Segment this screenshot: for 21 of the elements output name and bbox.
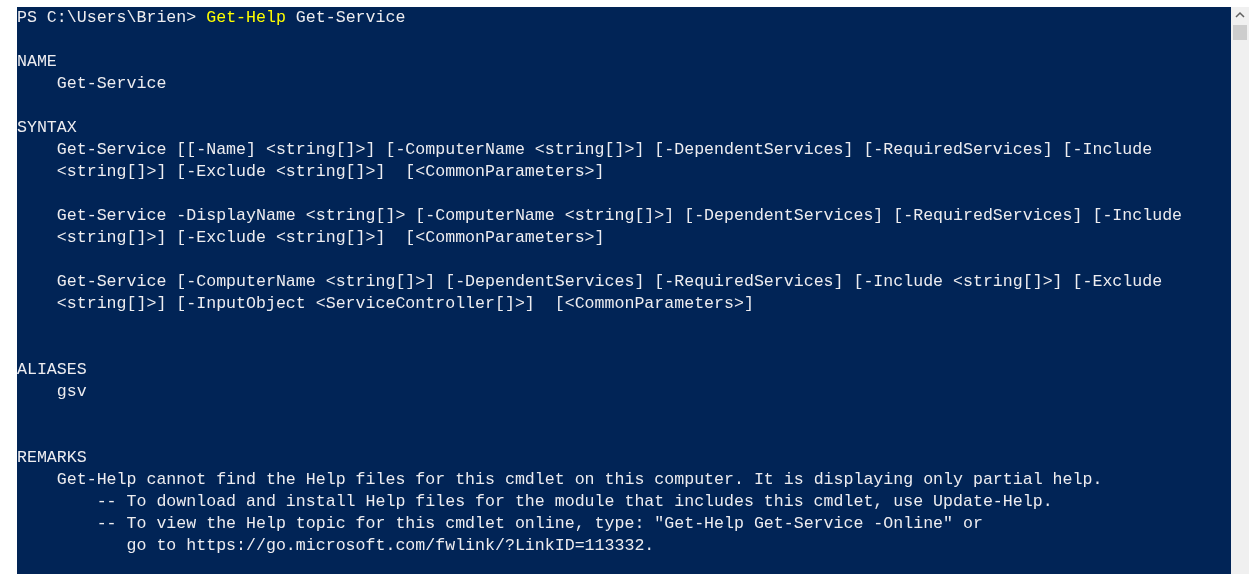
remark-line: -- To view the Help topic for this cmdlet online, type: "Get-Help Get-Service -Online" or [96, 514, 983, 533]
command-argument: Get-Service [295, 8, 406, 27]
output-line: <string[]>] [-Exclude <string[]>] [<CommonParameters>] [56, 162, 605, 181]
output-line: gsv [56, 382, 87, 401]
command-name: Get-Help [206, 8, 286, 27]
output-line: <string[]>] [-Exclude <string[]>] [<CommonParameters>] [56, 228, 605, 247]
remark-line: go to https://go.microsoft.com/fwlink/?LinkID=113332. [126, 536, 655, 555]
output-line: <string[]>] [-InputObject <ServiceController[]>] [<CommonParameters>] [56, 294, 754, 313]
output-line: Get-Help cannot find the Help files for this cmdlet on this computer. It is displaying only partial help. [56, 470, 1103, 489]
output-line: Get-Service [56, 74, 167, 93]
output-line: Get-Service -DisplayName <string[]> [-ComputerName <string[]>] [-DependentServices] [-RequiredServices] [-Include [56, 206, 1183, 225]
section-heading: ALIASES [17, 360, 87, 379]
section-heading: NAME [17, 52, 57, 71]
section-heading: SYNTAX [17, 118, 77, 137]
section-heading: REMARKS [17, 448, 87, 467]
output-line: Get-Service [[-Name] <string[]>] [-ComputerName <string[]>] [-DependentServices] [-RequiredServices] [-Include [56, 140, 1153, 159]
output-line: Get-Service [-ComputerName <string[]>] [-DependentServices] [-RequiredServices] [-Include <string[]>] [-Exclude [56, 272, 1163, 291]
scrollbar-thumb[interactable] [1233, 25, 1247, 40]
scrollbar[interactable] [1231, 7, 1249, 574]
prompt-path: PS C:\Users\Brien> [17, 8, 197, 27]
remark-line: -- To download and install Help files for the module that includes this cmdlet, use Update-Help. [96, 492, 1053, 511]
